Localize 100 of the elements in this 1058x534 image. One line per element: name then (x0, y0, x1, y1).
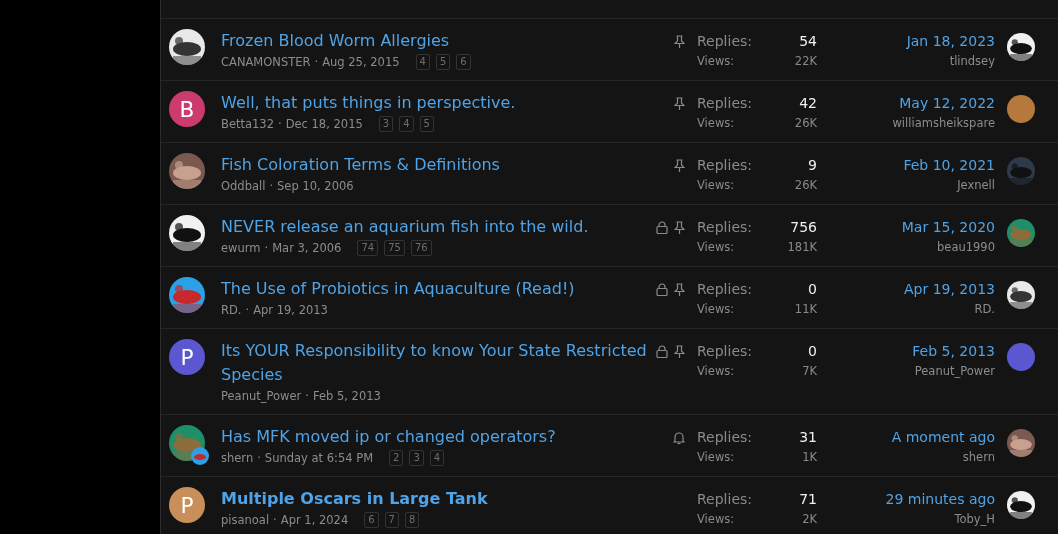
views-count: 7K (802, 363, 817, 380)
replies-label: Replies: (697, 218, 753, 237)
last-poster[interactable]: Toby_H (954, 510, 995, 528)
replies-label: Replies: (697, 32, 753, 51)
separator-dot: · (257, 451, 261, 465)
user-avatar[interactable]: B (169, 91, 205, 127)
bell-icon (673, 431, 685, 445)
replies-count: 42 (798, 94, 817, 113)
thread-date: Feb 5, 2013 (312, 388, 381, 404)
page-link[interactable]: 74 (357, 240, 379, 256)
replies-label: Replies: (697, 428, 753, 447)
thread-title[interactable]: Well, that puts things in perspective. (221, 91, 651, 115)
separator-dot: · (269, 179, 274, 193)
views-label: Views: (697, 449, 736, 466)
views-label: Views: (697, 53, 736, 70)
replies-count: 0 (807, 342, 817, 361)
views-count: 26K (794, 115, 817, 132)
last-post-date[interactable]: Mar 15, 2020 (901, 216, 995, 238)
last-poster[interactable]: beau1990 (937, 238, 995, 256)
thread-author: pisanoal (221, 512, 270, 528)
lock-icon (656, 345, 668, 358)
thread-author: shern (221, 450, 254, 466)
last-post-date[interactable]: May 12, 2022 (899, 92, 995, 114)
replies-label: Replies: (697, 342, 753, 361)
views-label: Views: (697, 239, 736, 256)
separator-dot: · (305, 389, 309, 403)
thread-author: Betta132 (221, 116, 274, 132)
pin-icon (674, 97, 685, 111)
pin-icon (674, 221, 685, 235)
replies-label: Replies: (697, 156, 753, 175)
thread-author: ewurm (221, 240, 261, 256)
page-link[interactable]: 7 (384, 512, 399, 528)
thread-title[interactable]: Has MFK moved ip or changed operators? (221, 425, 651, 449)
last-poster[interactable]: williamsheikspare (892, 114, 995, 132)
pin-icon (674, 35, 685, 49)
thread-date: Dec 18, 2015 (285, 116, 363, 132)
replies-count: 9 (807, 156, 817, 175)
page-link[interactable]: 6 (364, 512, 379, 528)
separator-dot: · (245, 303, 250, 317)
thread-title[interactable]: Fish Coloration Terms & Definitions (221, 153, 651, 177)
views-label: Views: (697, 301, 736, 318)
page-link[interactable]: 4 (399, 116, 414, 132)
last-post-date[interactable]: Apr 19, 2013 (904, 278, 995, 300)
lock-icon (656, 221, 668, 234)
user-avatar[interactable] (1007, 343, 1035, 371)
last-post-date[interactable]: Jan 18, 2023 (906, 30, 995, 52)
last-post-date[interactable]: Feb 5, 2013 (912, 340, 995, 362)
page-link[interactable]: 2 (389, 450, 404, 466)
pin-icon (674, 159, 685, 173)
thread-date: Aug 25, 2015 (322, 54, 400, 70)
pin-icon (674, 283, 685, 297)
thread-title[interactable]: Frozen Blood Worm Allergies (221, 29, 651, 53)
last-post-date[interactable]: Feb 10, 2021 (903, 154, 995, 176)
last-post-date[interactable]: A moment ago (891, 426, 995, 448)
page-link[interactable]: 5 (435, 54, 451, 70)
user-avatar[interactable]: P (169, 339, 205, 375)
page-link[interactable]: 3 (409, 450, 424, 466)
thread-author: Peanut_Power (221, 388, 302, 404)
page-link[interactable]: 76 (410, 240, 432, 256)
thread-date: Apr 19, 2013 (253, 302, 328, 318)
replies-count: 756 (789, 218, 817, 237)
separator-dot: · (264, 241, 269, 255)
thread-title[interactable]: Multiple Oscars in Large Tank (221, 487, 651, 511)
separator-dot: · (278, 117, 282, 131)
views-label: Views: (697, 115, 736, 132)
replies-count: 71 (799, 490, 817, 509)
thread-author: CANAMONSTER (221, 54, 311, 70)
thread-title[interactable]: NEVER release an aquarium fish into the wild. (221, 215, 651, 239)
page-link[interactable]: 75 (384, 240, 405, 256)
last-poster[interactable]: Peanut_Power (914, 362, 995, 380)
views-count: 2K (801, 511, 817, 528)
replies-count: 54 (798, 32, 817, 51)
page-link[interactable]: 4 (429, 450, 445, 466)
page-link[interactable]: 4 (415, 54, 430, 70)
thread-date: Sunday at 6:54 PM (264, 450, 374, 466)
user-avatar[interactable] (1007, 95, 1035, 123)
replies-count: 0 (807, 280, 817, 299)
thread-title[interactable]: Its YOUR Responsibility to know Your State Restricted Species (221, 339, 651, 387)
thread-title[interactable]: The Use of Probiotics in Aquaculture (Read!) (221, 277, 651, 301)
views-label: Views: (697, 511, 736, 528)
separator-dot: · (273, 513, 277, 527)
views-label: Views: (697, 177, 736, 194)
page-link[interactable]: 8 (404, 512, 420, 528)
replies-label: Replies: (697, 490, 753, 509)
thread-date: Mar 3, 2006 (272, 240, 342, 256)
page-link[interactable]: 5 (419, 116, 434, 132)
last-poster[interactable]: shern (962, 448, 995, 466)
page-link[interactable]: 3 (378, 116, 394, 132)
thread-author: RD. (221, 302, 242, 318)
replies-count: 31 (799, 428, 817, 447)
thread-date: Sep 10, 2006 (277, 178, 354, 194)
page-link[interactable]: 6 (456, 54, 471, 70)
last-poster[interactable]: Jexnell (957, 176, 995, 194)
views-count: 181K (787, 239, 817, 256)
separator-dot: · (314, 55, 319, 69)
thread-author: Oddball (221, 178, 266, 194)
thread-date: Apr 1, 2024 (280, 512, 349, 528)
last-poster[interactable]: tlindsey (949, 52, 995, 70)
last-post-date[interactable]: 29 minutes ago (885, 488, 995, 510)
last-poster[interactable]: RD. (974, 300, 995, 318)
